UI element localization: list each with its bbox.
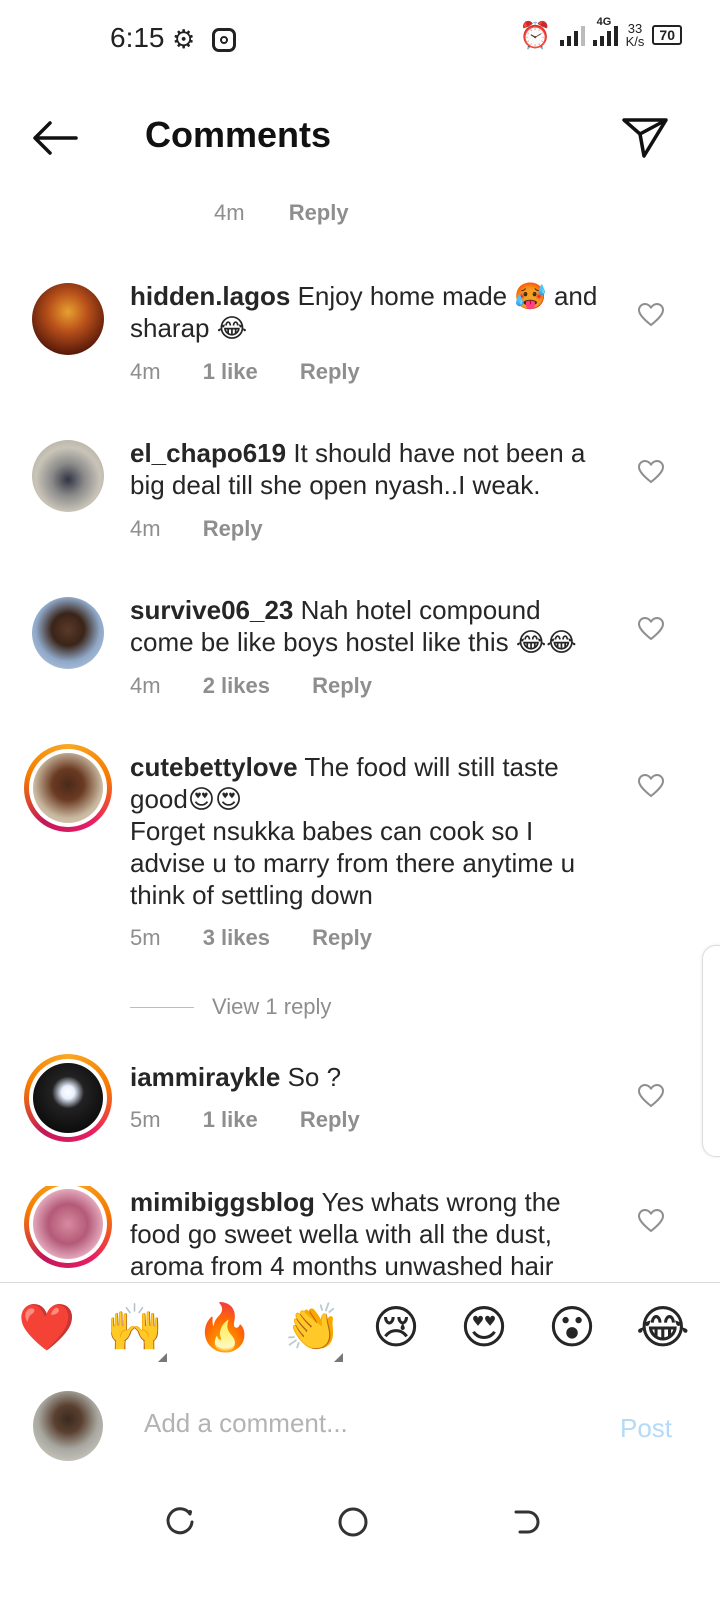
comment-text: So ?: [287, 1062, 342, 1092]
comment-meta: 5m 1 like Reply: [130, 1107, 396, 1133]
instagram-notification-icon: [212, 28, 236, 52]
comment-composer: Post: [0, 1377, 720, 1477]
emoji-laughing-button[interactable]: 😂: [636, 1299, 690, 1355]
prev-comment-meta: 4m Reply: [214, 200, 349, 226]
emoji-raised-hands-button[interactable]: 🙌: [106, 1299, 163, 1355]
comment-time: 5m: [130, 1107, 161, 1132]
comment-username[interactable]: survive06_23: [130, 595, 293, 625]
page-title: Comments: [145, 114, 332, 155]
emoji-quick-bar: ❤️ 🙌 🔥 👏 😢 😍 😮 😂: [0, 1282, 720, 1378]
comment-username[interactable]: mimibiggsblog: [130, 1187, 315, 1217]
comment-meta: 5m 3 likes Reply: [130, 925, 408, 951]
net-speed: 33 K/s: [626, 22, 645, 48]
like-heart-icon[interactable]: [638, 460, 664, 484]
divider-line: [130, 1006, 194, 1008]
avatar: [33, 1063, 103, 1133]
comment-time: 5m: [130, 925, 161, 950]
comment-input[interactable]: [142, 1407, 596, 1440]
comment-username[interactable]: el_chapo619: [130, 438, 286, 468]
battery-icon: 70: [652, 25, 682, 45]
comment-time: 4m: [130, 516, 161, 541]
emoji-heart-button[interactable]: ❤️: [18, 1299, 75, 1355]
share-send-icon[interactable]: [620, 114, 670, 160]
comment-body: mimibiggsblog Yes whats wrong the food g…: [130, 1186, 610, 1282]
battery-level: 70: [659, 27, 675, 43]
emoji-clapping-button[interactable]: 👏: [284, 1299, 341, 1355]
like-heart-icon[interactable]: [638, 1209, 664, 1233]
comment-body: cutebettylove The food will still taste …: [130, 751, 610, 911]
skin-tone-indicator-icon: [158, 1353, 167, 1362]
avatar: [33, 753, 103, 823]
comment-likes[interactable]: 3 likes: [203, 925, 270, 950]
avatar[interactable]: [32, 597, 104, 669]
avatar[interactable]: [32, 283, 104, 355]
avatar[interactable]: [32, 440, 104, 512]
system-nav-bar: [0, 1480, 720, 1600]
comment-item: mimibiggsblog Yes whats wrong the food g…: [0, 1186, 720, 1282]
view-replies-button[interactable]: View 1 reply: [130, 994, 331, 1020]
comment-time: 4m: [130, 673, 161, 698]
avatar-story-ring[interactable]: [24, 1186, 112, 1268]
avatar-story-ring[interactable]: [24, 1054, 112, 1142]
net-speed-unit: K/s: [625, 34, 645, 49]
comment-time: 4m: [214, 200, 245, 225]
signal-4g-icon: 4G: [592, 16, 618, 46]
like-heart-icon[interactable]: [638, 774, 664, 798]
comment-body: survive06_23 Nah hotel compound come be …: [130, 594, 610, 658]
settings-gear-icon: ⚙: [172, 24, 196, 54]
comment-username[interactable]: hidden.lagos: [130, 281, 290, 311]
reply-button[interactable]: Reply: [289, 200, 349, 225]
recent-apps-icon[interactable]: [164, 1506, 196, 1538]
view-replies-label: View 1 reply: [212, 994, 332, 1019]
alarm-icon: ⏰: [519, 20, 552, 50]
comment-meta: 4m 1 like Reply: [130, 359, 396, 385]
reply-button[interactable]: Reply: [300, 1107, 360, 1132]
status-time: 6:15: [110, 22, 165, 53]
comment-likes[interactable]: 1 like: [203, 359, 258, 384]
back-nav-icon[interactable]: [510, 1506, 542, 1538]
skin-tone-indicator-icon: [334, 1353, 343, 1362]
home-icon[interactable]: [337, 1506, 369, 1538]
emoji-heart-eyes-button[interactable]: 😍: [460, 1299, 508, 1355]
comment-meta: 4m Reply: [130, 516, 299, 542]
comment-meta: 4m 2 likes Reply: [130, 673, 408, 699]
like-heart-icon[interactable]: [638, 1084, 664, 1108]
comment-likes[interactable]: 2 likes: [203, 673, 270, 698]
emoji-fire-button[interactable]: 🔥: [196, 1299, 253, 1355]
comment-username[interactable]: cutebettylove: [130, 752, 298, 782]
reply-button[interactable]: Reply: [300, 359, 360, 384]
emoji-crying-button[interactable]: 😢: [372, 1299, 420, 1355]
like-heart-icon[interactable]: [638, 303, 664, 327]
comment-likes[interactable]: 1 like: [203, 1107, 258, 1132]
comment-time: 4m: [130, 359, 161, 384]
reply-button[interactable]: Reply: [203, 516, 263, 541]
my-avatar: [33, 1391, 103, 1461]
header: Comments: [0, 90, 720, 190]
network-type: 4G: [596, 16, 612, 28]
status-bar: 6:15 ⚙ ⏰ 4G 33 K/s 70: [0, 0, 720, 80]
status-right: ⏰ 4G 33 K/s 70: [519, 16, 682, 50]
comment-username[interactable]: iammiraykle: [130, 1062, 280, 1092]
reply-button[interactable]: Reply: [312, 925, 372, 950]
like-heart-icon[interactable]: [638, 617, 664, 641]
comment-body: hidden.lagos Enjoy home made 🥵 and shara…: [130, 280, 610, 344]
post-button[interactable]: Post: [620, 1413, 672, 1444]
avatar-story-ring[interactable]: [24, 744, 112, 832]
comment-text-continued: Forget nsukka babes can cook so I advise…: [130, 816, 576, 910]
signal-icon: [559, 24, 585, 46]
emoji-surprised-button[interactable]: 😮: [548, 1299, 596, 1355]
comment-body: iammiraykle So ?: [130, 1061, 610, 1093]
scroll-handle[interactable]: [702, 945, 720, 1157]
reply-button[interactable]: Reply: [312, 673, 372, 698]
comment-body: el_chapo619 It should have not been a bi…: [130, 437, 610, 501]
back-arrow-icon[interactable]: [30, 118, 80, 158]
avatar: [33, 1189, 103, 1259]
